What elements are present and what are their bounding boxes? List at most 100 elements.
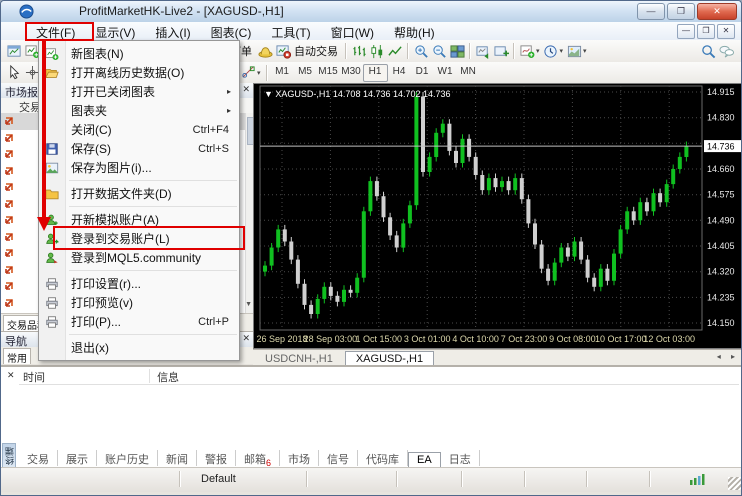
svg-text:9 Oct 08:00: 9 Oct 08:00 — [549, 334, 596, 344]
chart-tab-prev-icon[interactable]: ◂ — [717, 352, 725, 361]
file-menu-item-0[interactable]: 新图表(N) — [39, 44, 239, 63]
submenu-arrow-icon: ▸ — [227, 87, 239, 96]
account-mql5-icon — [39, 250, 65, 266]
connection-status-icon — [689, 472, 707, 489]
menubar-item-4[interactable]: 工具(T) — [261, 22, 320, 40]
file-menu-item-13[interactable]: 打印(P)...Ctrl+P — [39, 312, 239, 331]
child-minimize-button[interactable]: — — [677, 24, 695, 39]
bar-chart-icon[interactable] — [350, 42, 368, 60]
templates-caret-icon[interactable]: ▾ — [583, 47, 587, 55]
terminal-tab-bar: 交易展示账户历史新闻警报邮箱6市场信号代码库EA日志 — [19, 450, 480, 466]
terminal-tab-10[interactable]: 日志 — [441, 450, 480, 466]
child-restore-button[interactable]: ❐ — [697, 24, 715, 39]
menubar-item-3[interactable]: 图表(C) — [201, 22, 262, 40]
message-column-header[interactable]: 信息 — [153, 369, 717, 383]
terminal-tab-6[interactable]: 市场 — [280, 450, 319, 466]
symbol-direction-icon — [4, 265, 14, 275]
scroll-down-icon[interactable]: ▼ — [245, 301, 252, 308]
terminal-tab-8[interactable]: 代码库 — [358, 450, 408, 466]
objects-dropdown[interactable]: ▾ — [239, 64, 263, 82]
timeframe-w1[interactable]: W1 — [434, 64, 457, 80]
expert-advisors-icon[interactable] — [256, 42, 274, 60]
menubar-item-5[interactable]: 窗口(W) — [321, 22, 384, 40]
timeframe-d1[interactable]: D1 — [411, 64, 434, 80]
file-menu-item-5[interactable]: 保存(S)Ctrl+S — [39, 139, 239, 158]
file-menu-item-1[interactable]: 打开离线历史数据(O) — [39, 63, 239, 82]
autotrading-icon — [274, 42, 292, 60]
templates-icon[interactable] — [565, 42, 583, 60]
zoom-in-icon[interactable] — [412, 42, 430, 60]
submenu-arrow-icon: ▸ — [227, 106, 239, 115]
cursor-icon[interactable] — [5, 64, 23, 82]
autotrading-button[interactable]: 自动交易 — [274, 42, 342, 60]
child-close-button[interactable]: ✕ — [717, 24, 735, 39]
menubar-item-1[interactable]: 显示(V) — [85, 22, 145, 40]
timeframe-m5[interactable]: M5 — [294, 64, 317, 80]
application-window: ProfitMarketHK-Live2 - [XAGUSD-,H1] — ❐ … — [0, 0, 742, 496]
svg-text:12 Oct 03:00: 12 Oct 03:00 — [643, 334, 695, 344]
time-column-header[interactable]: 时间 — [19, 369, 150, 383]
tile-windows-icon[interactable] — [448, 42, 466, 60]
timeframe-mn[interactable]: MN — [457, 64, 480, 80]
maximize-button[interactable]: ❐ — [667, 3, 695, 20]
close-button[interactable]: ✕ — [697, 3, 737, 20]
file-menu-item-3[interactable]: 图表夹▸ — [39, 101, 239, 120]
chart-window-icon[interactable] — [5, 42, 23, 60]
annotation-arrow-line — [42, 39, 46, 217]
chart-tab-xagusdh1[interactable]: XAGUSD-,H1 — [345, 351, 434, 366]
file-menu-item-2[interactable]: 打开已关闭图表▸ — [39, 82, 239, 101]
print-icon — [39, 276, 65, 292]
menu-shortcut: Ctrl+F4 — [193, 124, 239, 136]
terminal-tab-1[interactable]: 展示 — [58, 450, 97, 466]
chart-tab-next-icon[interactable]: ▸ — [731, 352, 739, 361]
common-tab[interactable]: 常用 — [3, 348, 31, 364]
chart-window[interactable]: 26 Sep 201828 Sep 03:001 Oct 15:003 Oct … — [253, 83, 742, 349]
terminal-tab-5[interactable]: 邮箱6 — [236, 450, 280, 466]
timeframe-m1[interactable]: M1 — [271, 64, 294, 80]
timeframe-h4[interactable]: H4 — [388, 64, 411, 80]
terminal-tab-3[interactable]: 新闻 — [158, 450, 197, 466]
terminal-side-tab[interactable]: 终端 — [2, 443, 16, 469]
candlestick-chart-icon[interactable] — [368, 42, 386, 60]
navigator-close-icon[interactable]: ✕ — [242, 333, 250, 344]
indicators-icon[interactable] — [518, 42, 536, 60]
file-menu-item-7[interactable]: 打开数据文件夹(D) — [39, 184, 239, 203]
terminal-close-icon[interactable]: ✕ — [7, 370, 15, 381]
terminal-tab-0[interactable]: 交易 — [19, 450, 58, 466]
svg-text:▼ XAGUSD-,H1 14.708 14.736 14.: ▼ XAGUSD-,H1 14.708 14.736 14.702 14.736 — [264, 89, 451, 99]
menubar-item-6[interactable]: 帮助(H) — [384, 22, 445, 40]
periods-icon[interactable] — [542, 42, 560, 60]
file-menu-item-6[interactable]: 保存为图片(i)... — [39, 158, 239, 177]
line-chart-icon[interactable] — [386, 42, 404, 60]
svg-text:14.915: 14.915 — [707, 87, 735, 97]
file-menu-item-11[interactable]: 打印设置(r)... — [39, 274, 239, 293]
periods-caret-icon[interactable]: ▾ — [560, 47, 564, 55]
file-menu-item-4[interactable]: 关闭(C)Ctrl+F4 — [39, 120, 239, 139]
file-menu-item-14[interactable]: 退出(x) — [39, 338, 239, 357]
search-icon[interactable] — [699, 42, 717, 60]
auto-arrange-icon[interactable] — [474, 42, 492, 60]
svg-text:14.150: 14.150 — [707, 318, 735, 328]
menubar-item-2[interactable]: 插入(I) — [145, 22, 200, 40]
zoom-out-icon[interactable] — [430, 42, 448, 60]
terminal-panel: ✕ 时间 信息 交易展示账户历史新闻警报邮箱6市场信号代码库EA日志 终端 — [1, 365, 742, 469]
minimize-button[interactable]: — — [637, 3, 665, 20]
chart-tab-usdcnhh1[interactable]: USDCNH-,H1 — [255, 352, 343, 366]
market-watch-close-icon[interactable]: ✕ — [242, 84, 250, 95]
terminal-tab-4[interactable]: 警报 — [197, 450, 236, 466]
menu-shortcut: Ctrl+S — [198, 143, 239, 155]
timeframe-m30[interactable]: M30 — [340, 64, 363, 80]
file-menu-item-12[interactable]: 打印预览(v) — [39, 293, 239, 312]
symbol-direction-icon — [4, 298, 14, 308]
terminal-tab-2[interactable]: 账户历史 — [97, 450, 158, 466]
profile-name[interactable]: Default — [201, 473, 236, 485]
timeframe-h1[interactable]: H1 — [363, 64, 388, 82]
indicators-caret-icon[interactable]: ▾ — [536, 47, 540, 55]
timeframe-m15[interactable]: M15 — [317, 64, 340, 80]
chat-icon[interactable] — [717, 42, 735, 60]
resize-grip[interactable] — [728, 477, 741, 490]
terminal-tab-7[interactable]: 信号 — [319, 450, 358, 466]
track-chart-icon[interactable] — [492, 42, 510, 60]
file-menu-item-10[interactable]: 登录到MQL5.community — [39, 248, 239, 267]
annotation-box-file-menu — [25, 22, 94, 41]
